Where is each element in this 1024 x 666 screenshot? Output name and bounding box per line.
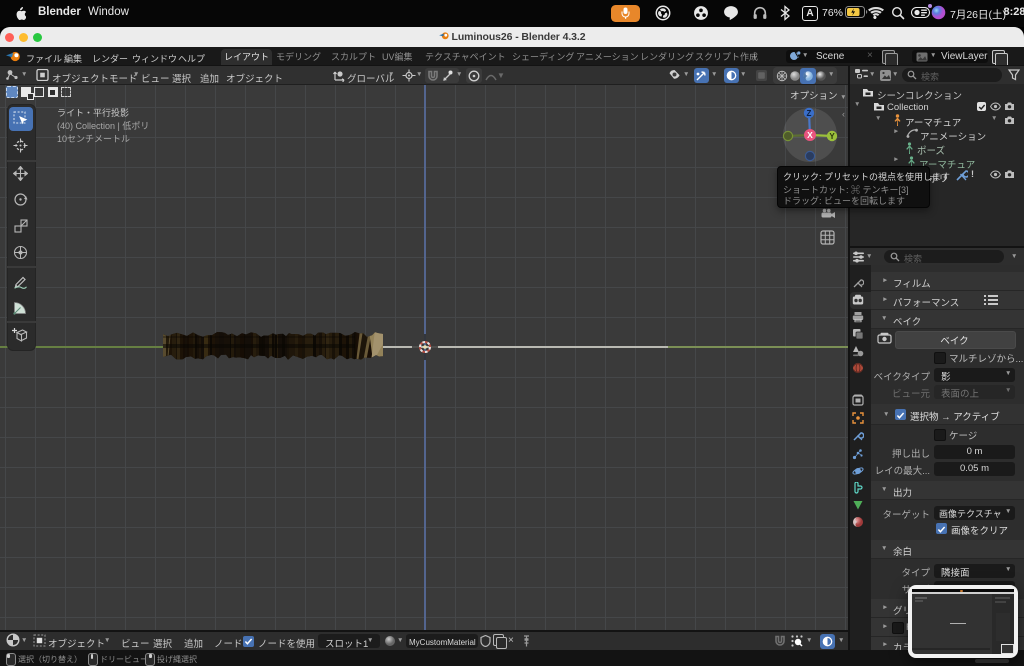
svg-text:Y: Y <box>829 132 835 141</box>
svg-text:Z: Z <box>807 109 812 118</box>
svg-text:X: X <box>807 130 813 140</box>
